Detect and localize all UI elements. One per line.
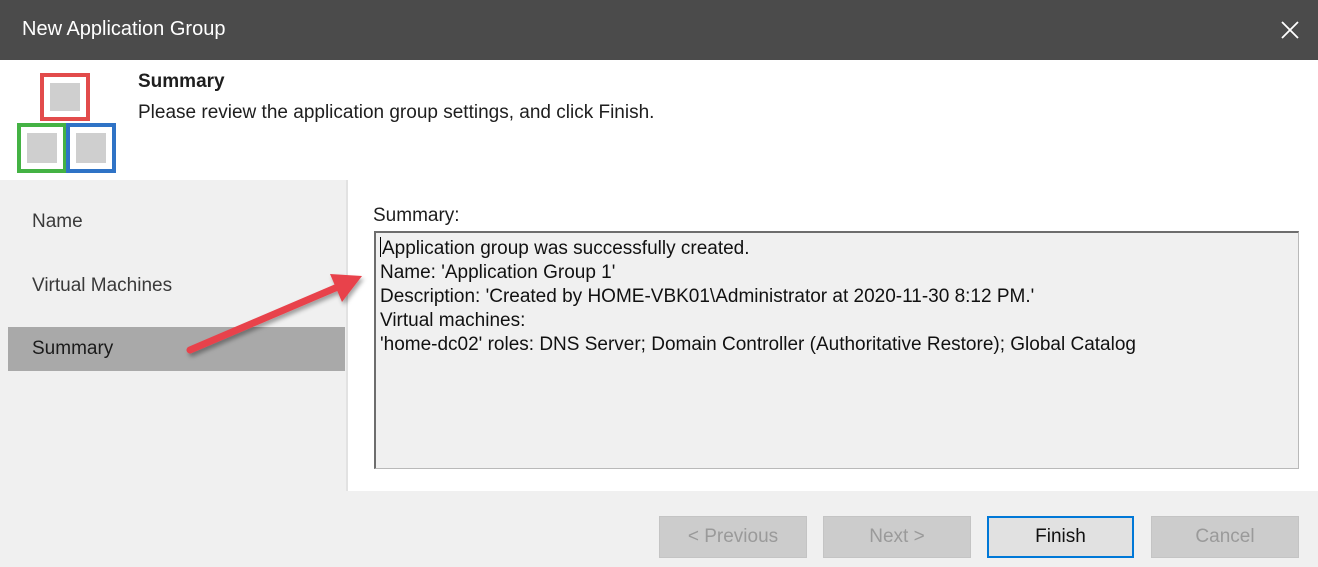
summary-line: Description: 'Created by HOME-VBK01\Admi… [380,286,1035,307]
wizard-header: Summary Please review the application gr… [0,60,1318,180]
summary-label: Summary: [373,205,460,226]
finish-button[interactable]: Finish [987,516,1134,558]
step-description: Please review the application group sett… [138,102,655,123]
summary-textbox[interactable]: Application group was successfully creat… [374,231,1299,469]
summary-line: 'home-dc02' roles: DNS Server; Domain Co… [380,334,1136,355]
window-title: New Application Group [22,18,226,40]
sidebar-item-summary[interactable]: Summary [8,327,345,371]
previous-button[interactable]: < Previous [659,516,807,558]
sidebar-item-name[interactable]: Name [8,200,345,244]
close-icon [1281,21,1299,39]
step-title: Summary [138,71,225,92]
next-button[interactable]: Next > [823,516,971,558]
wizard-content: Summary: Application group was successfu… [348,180,1318,491]
wizard-footer: < Previous Next > Finish Cancel [0,491,1318,567]
text-caret [380,237,381,257]
application-group-icon [17,73,116,173]
summary-line: Application group was successfully creat… [380,237,750,259]
sidebar-item-virtual-machines[interactable]: Virtual Machines [8,264,345,308]
close-button[interactable] [1270,10,1310,50]
wizard-steps-sidebar: Name Virtual Machines Summary [0,180,346,491]
cancel-button[interactable]: Cancel [1151,516,1299,558]
title-bar: New Application Group [0,0,1318,60]
summary-line: Name: 'Application Group 1' [380,262,616,283]
summary-line: Virtual machines: [380,310,526,331]
